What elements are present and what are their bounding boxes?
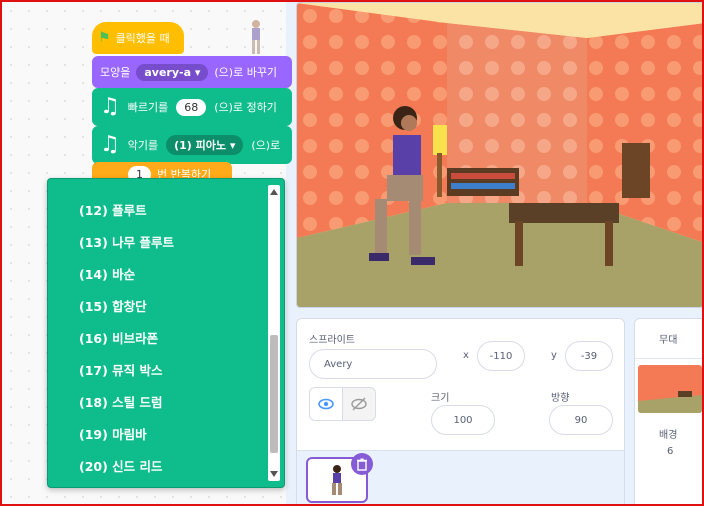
direction-input[interactable]: 90: [549, 405, 613, 435]
stage-selector-pane[interactable]: 무대 배경 6: [634, 318, 704, 506]
dropdown-option[interactable]: (13) 나무 플루트: [48, 225, 284, 257]
size-label: 크기: [431, 393, 450, 404]
looks-prefix: 모양을: [100, 66, 131, 79]
switch-costume-block[interactable]: 모양을 avery-a ▾ (으)로 바꾸기: [92, 56, 292, 88]
hide-sprite-button[interactable]: [342, 387, 376, 421]
costume-value: avery-a: [144, 65, 192, 79]
sprite-name-input[interactable]: Avery: [309, 349, 437, 379]
sprite-list: [297, 451, 624, 506]
trash-icon: [357, 458, 367, 471]
y-label: y: [551, 350, 557, 361]
set-instrument-block[interactable]: ♫ 악기를 (1) 피아노 ▾ (으)로: [92, 126, 292, 164]
scroll-up-arrow[interactable]: [270, 189, 278, 195]
show-sprite-button[interactable]: [309, 387, 343, 421]
x-input[interactable]: -110: [477, 341, 525, 371]
eye-icon: [318, 398, 334, 410]
instrument-value: (1) 피아노: [174, 139, 227, 152]
when-flag-clicked-block[interactable]: ⚑ 클릭했을 때: [92, 22, 184, 54]
backdrop-count: 6: [667, 446, 674, 457]
dropdown-scrollbar[interactable]: [268, 185, 280, 481]
looks-suffix: (으)로 바꾸기: [214, 66, 278, 79]
dropdown-option[interactable]: (16) 비브라폰: [48, 321, 284, 353]
music-note-icon: ♫: [100, 94, 120, 119]
music-note-icon: ♫: [100, 132, 120, 157]
stage-heading: 무대: [635, 319, 704, 359]
x-label: x: [463, 350, 469, 361]
scrollbar-thumb[interactable]: [270, 335, 278, 453]
sprite-ghost-icon: [252, 20, 260, 54]
instrument-suffix: (으)로: [251, 139, 281, 152]
eye-hidden-icon: [351, 397, 367, 411]
dropdown-option[interactable]: (18) 스틸 드럼: [48, 385, 284, 417]
stage-thumbnail[interactable]: [638, 365, 702, 413]
sprite-properties: 스프라이트 Avery x -110 y -39 크기 100 방향 90: [297, 319, 624, 451]
instrument-options-list: (12) 플루트 (13) 나무 플루트 (14) 바순 (15) 합창단 (1…: [48, 179, 284, 481]
flag-icon: ⚑: [98, 30, 111, 46]
left-wall: [297, 3, 447, 238]
dropdown-option[interactable]: (14) 바순: [48, 257, 284, 289]
costume-dropdown[interactable]: avery-a ▾: [136, 63, 209, 81]
dropdown-option[interactable]: (19) 마림바: [48, 417, 284, 449]
stage-canvas[interactable]: [296, 2, 704, 308]
backdrop-label: 배경: [659, 430, 678, 441]
dropdown-option[interactable]: (15) 합창단: [48, 289, 284, 321]
stage-thumbnail-image: [638, 365, 702, 413]
set-tempo-block[interactable]: ♫ 빠르기를 68 (으)로 정하기: [92, 88, 292, 126]
sprite-info-pane: 스프라이트 Avery x -110 y -39 크기 100 방향 90: [296, 318, 625, 506]
stage-scene: [297, 3, 703, 307]
hat-label: 클릭했을 때: [115, 32, 170, 45]
instrument-prefix: 악기를: [127, 139, 159, 152]
instrument-dropdown[interactable]: (1) 피아노 ▾: [166, 135, 244, 155]
sprite-heading: 스프라이트: [309, 335, 355, 346]
tempo-input[interactable]: 68: [176, 98, 207, 116]
scroll-down-arrow[interactable]: [270, 471, 278, 477]
size-input[interactable]: 100: [431, 405, 495, 435]
dropdown-option[interactable]: (12) 플루트: [48, 193, 284, 225]
tempo-prefix: 빠르기를: [127, 101, 169, 114]
y-input[interactable]: -39: [565, 341, 613, 371]
dropdown-option[interactable]: (20) 신드 리드: [48, 449, 284, 481]
tempo-suffix: (으)로 정하기: [214, 101, 277, 114]
instrument-dropdown-menu[interactable]: (12) 플루트 (13) 나무 플루트 (14) 바순 (15) 합창단 (1…: [47, 178, 285, 488]
direction-label: 방향: [551, 393, 570, 404]
dropdown-option[interactable]: (17) 뮤직 박스: [48, 353, 284, 385]
delete-sprite-button[interactable]: [351, 453, 373, 475]
